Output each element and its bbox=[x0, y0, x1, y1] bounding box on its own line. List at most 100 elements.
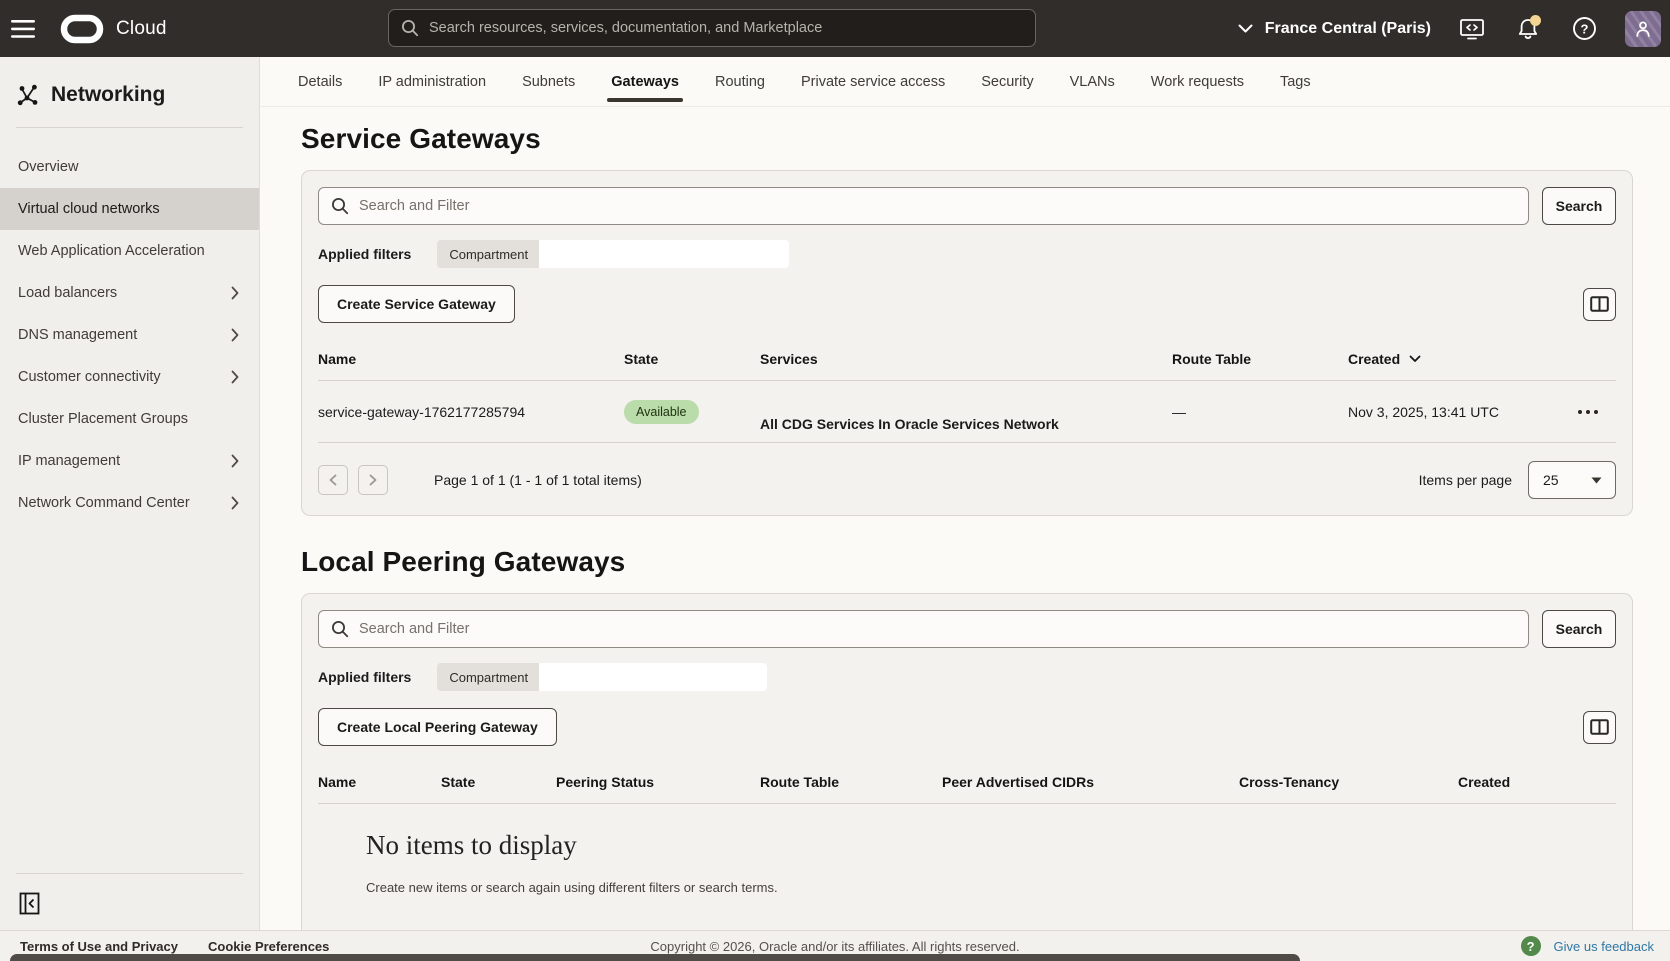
tab-gateways[interactable]: Gateways bbox=[610, 57, 680, 107]
region-label: France Central (Paris) bbox=[1265, 20, 1431, 38]
lpg-compartment-filter-chip[interactable]: Compartment bbox=[437, 663, 767, 691]
sg-row-state: Available bbox=[624, 400, 760, 424]
tab-ip-administration[interactable]: IP administration bbox=[377, 57, 487, 107]
sg-column-settings-button[interactable] bbox=[1583, 288, 1616, 321]
global-search-input[interactable] bbox=[429, 20, 1023, 36]
lpg-column-settings-button[interactable] bbox=[1583, 711, 1616, 744]
tab-routing[interactable]: Routing bbox=[714, 57, 766, 107]
sidebar-item-network-command-center[interactable]: Network Command Center bbox=[0, 482, 259, 524]
sg-row-services: All CDG Services In Oracle Services Netw… bbox=[760, 416, 1172, 432]
tab-vlans[interactable]: VLANs bbox=[1069, 57, 1116, 107]
lpg-search-input[interactable] bbox=[359, 621, 1516, 637]
row-actions-menu-icon[interactable] bbox=[1578, 410, 1616, 414]
cloud-shell-icon[interactable] bbox=[1457, 14, 1487, 44]
tab-private-service-access[interactable]: Private service access bbox=[800, 57, 946, 107]
sg-row-created: Nov 3, 2025, 13:41 UTC bbox=[1348, 404, 1578, 420]
lpg-col-peering-status[interactable]: Peering Status bbox=[556, 774, 760, 790]
chevron-right-icon bbox=[231, 370, 239, 384]
topbar-right-controls: France Central (Paris) ? bbox=[1238, 0, 1661, 57]
sidebar-item-customer-connectivity[interactable]: Customer connectivity bbox=[0, 356, 259, 398]
applied-filters-label: Applied filters bbox=[318, 246, 411, 262]
region-selector[interactable]: France Central (Paris) bbox=[1238, 20, 1431, 38]
service-gateways-title: Service Gateways bbox=[301, 123, 1633, 155]
pagination-status: Page 1 of 1 (1 - 1 of 1 total items) bbox=[434, 472, 642, 488]
service-gateways-panel: Search Applied filters Compartment Creat… bbox=[301, 170, 1633, 516]
sg-compartment-filter-chip[interactable]: Compartment bbox=[437, 240, 789, 268]
feedback-help-icon[interactable]: ? bbox=[1521, 936, 1541, 956]
global-search[interactable] bbox=[388, 9, 1036, 47]
sg-actions-row: Create Service Gateway bbox=[318, 285, 1616, 323]
dock-bar bbox=[10, 954, 1300, 961]
sg-applied-filters-row: Applied filters Compartment bbox=[318, 240, 1616, 268]
sidebar-item-dns-management[interactable]: DNS management bbox=[0, 314, 259, 356]
sidebar-item-load-balancers[interactable]: Load balancers bbox=[0, 272, 259, 314]
lpg-col-route-table[interactable]: Route Table bbox=[760, 774, 942, 790]
sg-col-name[interactable]: Name bbox=[318, 351, 624, 367]
create-local-peering-gateway-button[interactable]: Create Local Peering Gateway bbox=[318, 708, 557, 746]
service-gateways-table: Name State Services Route Table Created bbox=[318, 337, 1616, 443]
tab-details[interactable]: Details bbox=[297, 57, 343, 107]
search-icon bbox=[331, 197, 349, 215]
lpg-actions-row: Create Local Peering Gateway bbox=[318, 708, 1616, 746]
sidebar-item-ip-management[interactable]: IP management bbox=[0, 440, 259, 482]
networking-icon bbox=[16, 83, 40, 107]
footer-links: Terms of Use and Privacy Cookie Preferen… bbox=[20, 939, 329, 954]
cookie-preferences-link[interactable]: Cookie Preferences bbox=[208, 939, 329, 954]
sg-row-route-table: — bbox=[1172, 404, 1348, 420]
sg-col-state[interactable]: State bbox=[624, 351, 760, 367]
pagination-next-button[interactable] bbox=[358, 465, 388, 495]
lpg-col-state[interactable]: State bbox=[441, 774, 556, 790]
tab-subnets[interactable]: Subnets bbox=[521, 57, 576, 107]
sg-col-created[interactable]: Created bbox=[1348, 351, 1578, 367]
give-us-feedback-link[interactable]: Give us feedback bbox=[1554, 939, 1654, 954]
user-avatar[interactable] bbox=[1625, 11, 1661, 47]
chevron-right-icon bbox=[231, 286, 239, 300]
terms-of-use-link[interactable]: Terms of Use and Privacy bbox=[20, 939, 178, 954]
search-icon bbox=[401, 19, 419, 37]
lpg-col-cross-tenancy[interactable]: Cross-Tenancy bbox=[1239, 774, 1458, 790]
filter-chip-label: Compartment bbox=[437, 663, 539, 691]
sidebar-item-web-application-acceleration[interactable]: Web Application Acceleration bbox=[0, 230, 259, 272]
sg-search-input[interactable] bbox=[359, 198, 1516, 214]
tab-tags[interactable]: Tags bbox=[1279, 57, 1312, 107]
footer-feedback: ? Give us feedback bbox=[1521, 936, 1654, 956]
svg-text:?: ? bbox=[1580, 21, 1588, 36]
sg-search-button[interactable]: Search bbox=[1542, 187, 1616, 225]
chevron-right-icon bbox=[231, 496, 239, 510]
lpg-search-filter[interactable] bbox=[318, 610, 1529, 648]
lpg-search-button[interactable]: Search bbox=[1542, 610, 1616, 648]
chevron-right-icon bbox=[231, 454, 239, 468]
tab-security[interactable]: Security bbox=[980, 57, 1034, 107]
local-peering-gateways-table: Name State Peering Status Route Table Pe… bbox=[318, 760, 1616, 925]
brand[interactable]: Cloud bbox=[60, 14, 167, 44]
sg-table-header: Name State Services Route Table Created bbox=[318, 337, 1616, 381]
sg-search-filter[interactable] bbox=[318, 187, 1529, 225]
hamburger-menu-icon[interactable] bbox=[0, 0, 46, 57]
sg-col-services[interactable]: Services bbox=[760, 351, 1172, 367]
create-service-gateway-button[interactable]: Create Service Gateway bbox=[318, 285, 515, 323]
chevron-down-icon bbox=[1238, 24, 1253, 33]
pagination-previous-button[interactable] bbox=[318, 465, 348, 495]
items-per-page: Items per page 25 bbox=[1419, 461, 1616, 499]
notification-dot bbox=[1530, 15, 1541, 26]
sidebar-item-overview[interactable]: Overview bbox=[0, 146, 259, 188]
lpg-col-name[interactable]: Name bbox=[318, 774, 441, 790]
sidebar-divider bbox=[16, 873, 243, 874]
sg-col-route-table[interactable]: Route Table bbox=[1172, 351, 1348, 367]
sidebar-collapse-icon[interactable] bbox=[16, 890, 42, 916]
notifications-bell-icon[interactable] bbox=[1513, 14, 1543, 44]
sidebar-nav: Overview Virtual cloud networks Web Appl… bbox=[0, 128, 259, 524]
tab-work-requests[interactable]: Work requests bbox=[1150, 57, 1245, 107]
help-icon[interactable]: ? bbox=[1569, 14, 1599, 44]
oci-console: Cloud France Central (Paris) bbox=[0, 0, 1670, 961]
empty-state-title: No items to display bbox=[366, 830, 1616, 861]
empty-state: No items to display Create new items or … bbox=[318, 804, 1616, 925]
sidebar-item-virtual-cloud-networks[interactable]: Virtual cloud networks bbox=[0, 188, 259, 230]
lpg-col-created[interactable]: Created bbox=[1458, 774, 1616, 790]
sidebar-item-cluster-placement-groups[interactable]: Cluster Placement Groups bbox=[0, 398, 259, 440]
items-per-page-select[interactable]: 25 bbox=[1528, 461, 1616, 499]
lpg-col-peer-cidrs[interactable]: Peer Advertised CIDRs bbox=[942, 774, 1239, 790]
items-per-page-label: Items per page bbox=[1419, 472, 1512, 488]
lpg-applied-filters-row: Applied filters Compartment bbox=[318, 663, 1616, 691]
top-navigation-bar: Cloud France Central (Paris) bbox=[0, 0, 1670, 57]
